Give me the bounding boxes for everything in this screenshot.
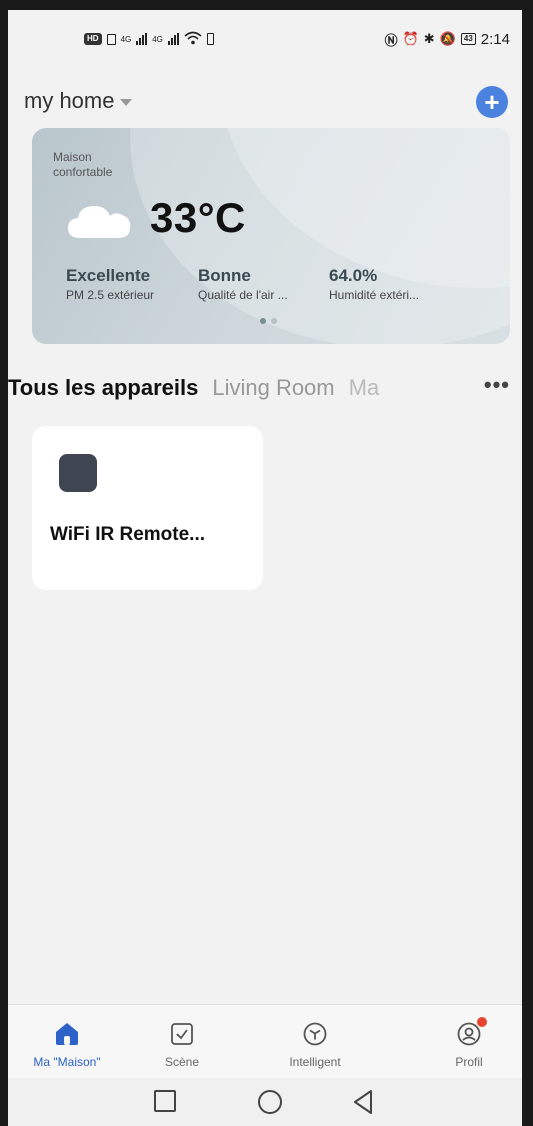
sim-icon (106, 33, 116, 45)
nfc-icon: Ⓝ (384, 32, 398, 48)
home-circle-icon[interactable] (258, 1090, 282, 1114)
more-icon[interactable]: ••• (484, 372, 510, 398)
nav-label: Intelligent (289, 1055, 341, 1069)
bottom-nav: Ma "Maison" Scène Intelligent Profil (8, 1004, 522, 1078)
nav-label: Scène (164, 1055, 200, 1069)
metric-air-quality: Bonne Qualité de l'air ... (198, 266, 288, 302)
profile-icon (419, 1019, 519, 1049)
metric-pm25: Excellente PM 2.5 extérieur (66, 266, 154, 302)
add-device-button[interactable]: + (476, 86, 508, 118)
system-nav-bar (8, 1078, 522, 1126)
status-bar: HD 4G 4G Ⓝ ⏰ ✱ 🔕 43 2:14 (8, 10, 522, 68)
home-icon (17, 1019, 117, 1049)
signal-2-label: 4G (152, 34, 163, 44)
battery-small-icon (206, 33, 214, 45)
tab-ma[interactable]: Ma (349, 375, 395, 401)
nav-home[interactable]: Ma "Maison" (17, 1019, 117, 1069)
checkbox-icon (132, 1019, 232, 1049)
nav-label: Ma "Maison" (33, 1055, 101, 1069)
tab-all-devices[interactable]: Tous les appareils (8, 375, 198, 401)
metric-humidity: 64.0% Humidité extéri... (329, 266, 419, 302)
signal-1-icon (136, 33, 148, 45)
weather-card[interactable]: Maison confortable 33°C Excellente PM 2.… (32, 128, 510, 344)
device-card[interactable]: WiFi IR Remote... (32, 426, 263, 590)
status-left: HD 4G 4G (84, 31, 214, 48)
app-screen: HD 4G 4G Ⓝ ⏰ ✱ 🔕 43 2:14 my home + Maiso… (8, 10, 522, 1126)
nav-profile[interactable]: Profil (419, 1017, 519, 1069)
page-dot (271, 318, 277, 324)
room-tabs: Tous les appareils Living Room Ma ••• (8, 370, 522, 406)
signal-2-icon (167, 33, 179, 45)
metric-value: Excellente (66, 266, 151, 285)
metric-label: PM 2.5 extérieur (66, 288, 155, 302)
battery-icon: 43 (460, 33, 476, 45)
cube-icon (265, 1019, 365, 1049)
page-indicator (260, 318, 277, 324)
home-name: my home (24, 88, 115, 113)
clock: 2:14 (480, 30, 510, 48)
nav-intelligent[interactable]: Intelligent (265, 1019, 365, 1069)
metric-value: 64.0% (329, 266, 378, 285)
back-triangle-icon[interactable] (352, 1089, 374, 1120)
status-right: Ⓝ ⏰ ✱ 🔕 43 2:14 (385, 30, 510, 49)
comfort-label: Maison confortable (53, 150, 113, 179)
cloud-icon (68, 206, 131, 238)
page-dot-active (260, 318, 266, 324)
home-selector[interactable]: my home (24, 88, 133, 114)
alarm-icon: ⏰ (402, 31, 419, 46)
nav-scene[interactable]: Scène (132, 1019, 232, 1069)
ir-remote-icon (59, 454, 97, 492)
plus-circle-icon: + (484, 87, 500, 117)
temperature: 33°C (150, 194, 246, 241)
device-name: WiFi IR Remote... (50, 524, 206, 545)
hd-indicator: HD (84, 33, 102, 45)
tab-living-room[interactable]: Living Room (212, 375, 334, 401)
home-header: my home + (8, 86, 522, 126)
mute-icon: 🔕 (439, 31, 456, 46)
metric-value: Bonne (198, 266, 251, 285)
nav-label: Profil (455, 1055, 483, 1069)
notification-badge (477, 1017, 487, 1027)
caret-down-icon (120, 99, 133, 106)
recent-apps-icon[interactable] (154, 1090, 176, 1112)
metric-label: Qualité de l'air ... (198, 288, 288, 302)
signal-1-label: 4G (120, 34, 132, 44)
metric-label: Humidité extéri... (329, 288, 420, 302)
wifi-icon (184, 31, 202, 48)
bluetooth-icon: ✱ (423, 31, 435, 46)
